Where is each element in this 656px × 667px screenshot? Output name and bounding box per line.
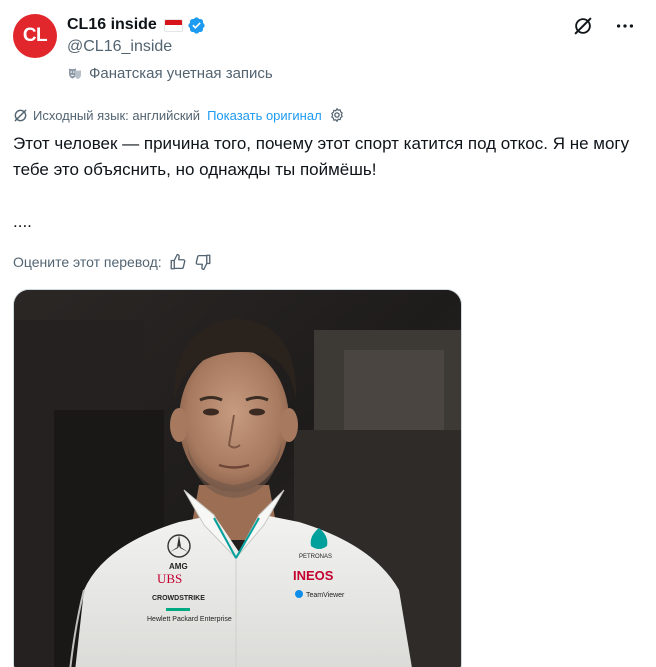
thumbs-down-icon[interactable] [194,253,212,271]
author-handle[interactable]: @CL16_inside [67,38,172,56]
author-display-name[interactable]: CL16 inside [67,16,157,34]
grok-icon[interactable] [572,15,594,37]
ubs-logo-text: UBS [157,571,182,586]
avatar-logo-text: CL [22,25,48,46]
more-options-icon[interactable] [614,15,636,37]
fan-account-label: Фанатская учетная запись [67,65,273,82]
teamviewer-logo-text: TeamViewer [306,592,345,599]
petronas-logo-text: PETRONAS [299,554,332,560]
amg-logo-text: AMG [169,562,188,571]
theater-mask-icon [67,66,83,82]
crowdstrike-logo-text: CROWDSTRIKE [152,595,205,602]
author-name-row: CL16 inside [67,14,206,36]
translate-icon [13,108,28,123]
monaco-flag-icon [163,18,183,32]
tweet-text-continuation: .... [13,212,32,231]
tweet-media-photo[interactable]: AMG UBS CROWDSTRIKE Hewlett Packard Ente… [13,289,462,667]
show-original-link[interactable]: Показать оригинал [207,108,322,123]
tweet-text: Этот человек — причина того, почему этот… [13,134,630,179]
tweet-header-actions [572,15,636,37]
source-language-text: Исходный язык: английский [33,107,201,123]
verified-badge-icon[interactable] [187,16,206,35]
translation-info-row: Исходный язык: английский Показать ориги… [13,107,345,123]
hpe-logo-text: Hewlett Packard Enterprise [147,616,232,623]
ineos-logo-text: INEOS [293,568,334,583]
translation-settings-icon[interactable] [329,107,345,123]
rate-translation-row: Оцените этот перевод: [13,253,212,271]
photo-illustration: AMG UBS CROWDSTRIKE Hewlett Packard Ente… [14,290,461,667]
thumbs-up-icon[interactable] [169,253,187,271]
author-avatar[interactable]: CL [13,14,57,58]
rate-translation-label: Оцените этот перевод: [13,254,162,270]
fan-account-text: Фанатская учетная запись [89,65,273,82]
